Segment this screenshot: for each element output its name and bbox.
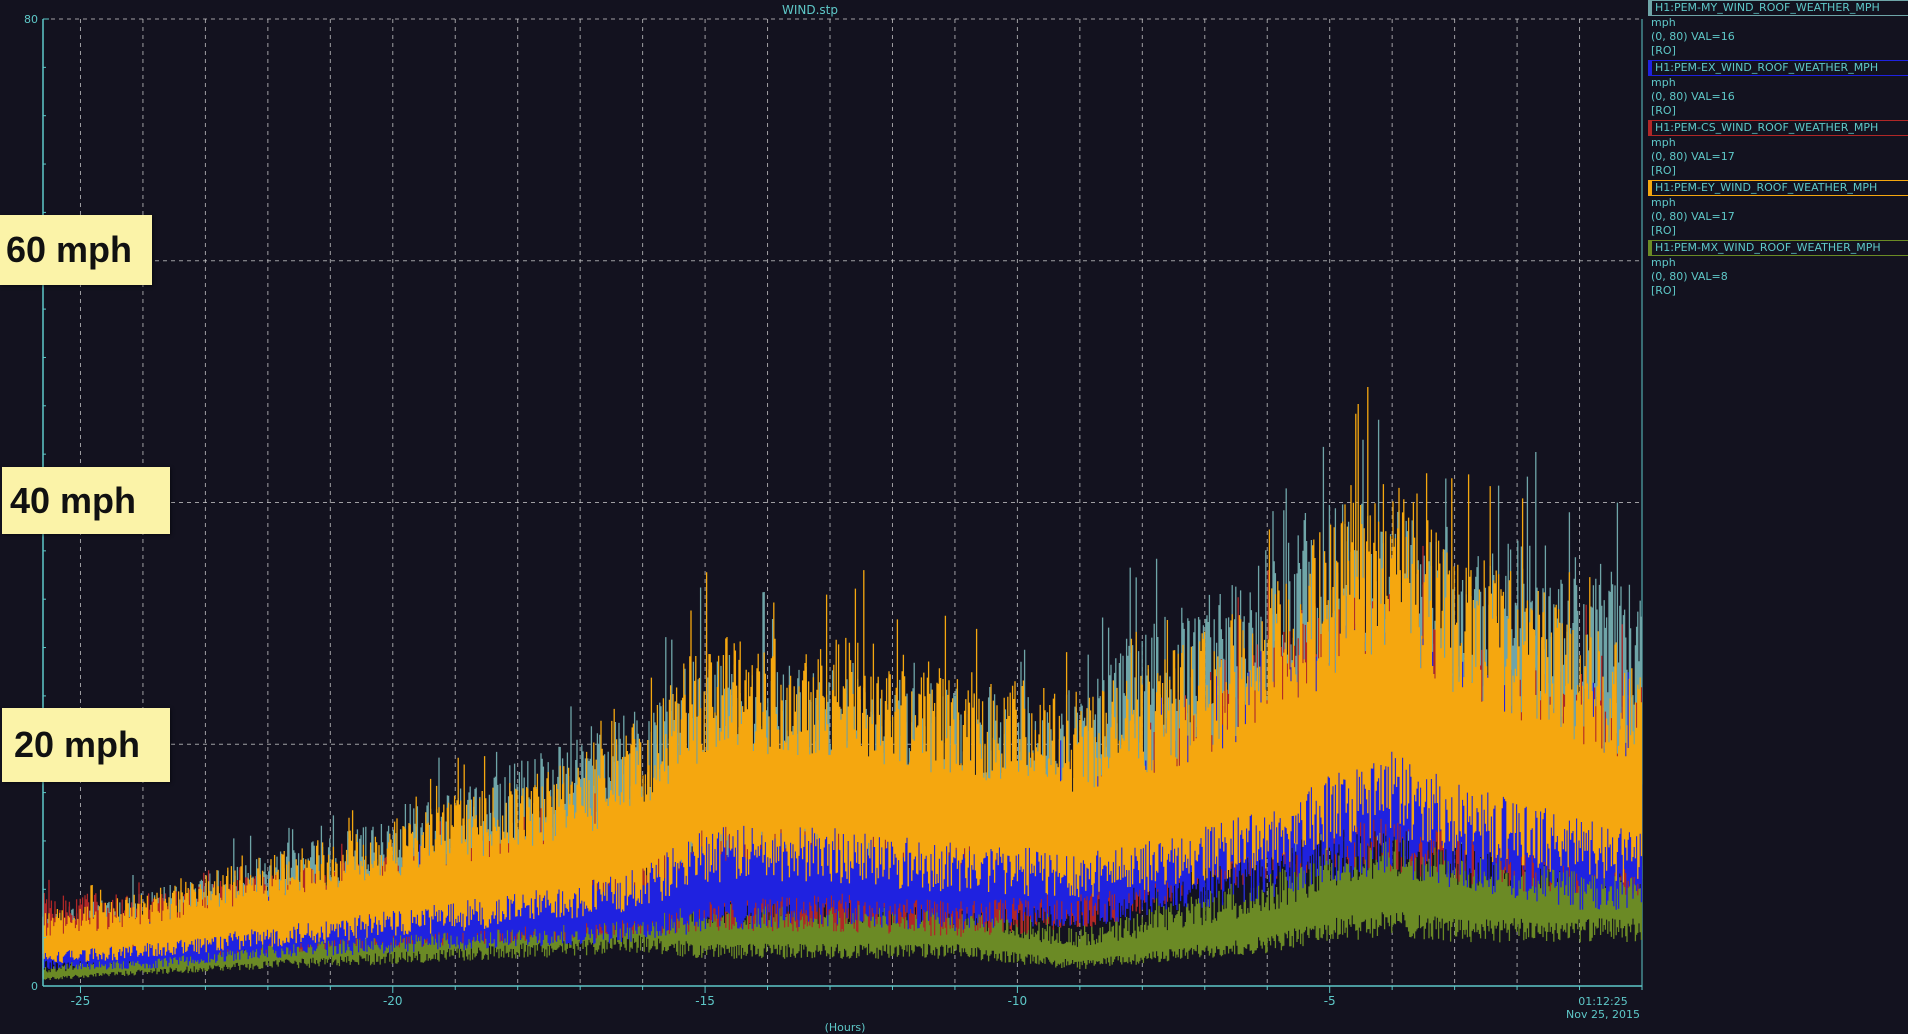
legend-range-value: (0, 80) VAL=17 bbox=[1651, 150, 1735, 163]
legend-item[interactable]: H1:PEM-CS_WIND_ROOF_WEATHER_MPH mph (0, … bbox=[1648, 120, 1908, 178]
legend-item[interactable]: H1:PEM-EX_WIND_ROOF_WEATHER_MPH mph (0, … bbox=[1648, 60, 1908, 118]
legend-mode: [RO] bbox=[1651, 164, 1676, 177]
wind-chart: WIND.stp 80 0 -25 -20 -15 -10 -5 01:12:25 No… bbox=[24, 3, 1643, 1034]
legend-item-header: H1:PEM-EY_WIND_ROOF_WEATHER_MPH bbox=[1648, 180, 1908, 196]
legend-mode: [RO] bbox=[1651, 284, 1676, 297]
legend-range-value: (0, 80) VAL=17 bbox=[1651, 210, 1735, 223]
legend-mode: [RO] bbox=[1651, 104, 1676, 117]
legend-item[interactable]: H1:PEM-EY_WIND_ROOF_WEATHER_MPH mph (0, … bbox=[1648, 180, 1908, 238]
x-tick-label: -20 bbox=[383, 994, 403, 1008]
x-tick-label: -10 bbox=[1008, 994, 1028, 1008]
legend-item[interactable]: H1:PEM-MY_WIND_ROOF_WEATHER_MPH mph (0, … bbox=[1648, 0, 1908, 58]
callout-20-mph: 20 mph bbox=[2, 708, 170, 782]
legend-mode: [RO] bbox=[1651, 44, 1676, 57]
legend-channel-name: H1:PEM-CS_WIND_ROOF_WEATHER_MPH bbox=[1655, 121, 1879, 134]
legend-unit: mph bbox=[1651, 76, 1676, 89]
legend: H1:PEM-MY_WIND_ROOF_WEATHER_MPH mph (0, … bbox=[1648, 0, 1908, 300]
series-color-swatch bbox=[1648, 1, 1652, 15]
legend-range-value: (0, 80) VAL=8 bbox=[1651, 270, 1728, 283]
x-tick-label: -5 bbox=[1324, 994, 1336, 1008]
legend-unit: mph bbox=[1651, 136, 1676, 149]
callout-60-mph: 60 mph bbox=[0, 215, 152, 285]
legend-channel-name: H1:PEM-EX_WIND_ROOF_WEATHER_MPH bbox=[1655, 61, 1879, 74]
legend-channel-name: H1:PEM-EY_WIND_ROOF_WEATHER_MPH bbox=[1655, 181, 1878, 194]
legend-unit: mph bbox=[1651, 256, 1676, 269]
callout-40-mph: 40 mph bbox=[2, 467, 170, 534]
end-date-label: Nov 25, 2015 bbox=[1566, 1008, 1640, 1021]
legend-range-value: (0, 80) VAL=16 bbox=[1651, 90, 1735, 103]
y-tick-label-min: 0 bbox=[31, 980, 38, 993]
chart-title: WIND.stp bbox=[782, 3, 838, 17]
legend-unit: mph bbox=[1651, 16, 1676, 29]
legend-channel-name: H1:PEM-MY_WIND_ROOF_WEATHER_MPH bbox=[1655, 1, 1880, 14]
end-time-label: 01:12:25 bbox=[1578, 995, 1627, 1008]
y-tick-label-max: 80 bbox=[24, 13, 38, 26]
legend-channel-name: H1:PEM-MX_WIND_ROOF_WEATHER_MPH bbox=[1655, 241, 1881, 254]
series-color-swatch bbox=[1648, 181, 1652, 195]
legend-item-header: H1:PEM-MX_WIND_ROOF_WEATHER_MPH bbox=[1648, 240, 1908, 256]
legend-item[interactable]: H1:PEM-MX_WIND_ROOF_WEATHER_MPH mph (0, … bbox=[1648, 240, 1908, 298]
legend-mode: [RO] bbox=[1651, 224, 1676, 237]
legend-item-header: H1:PEM-EX_WIND_ROOF_WEATHER_MPH bbox=[1648, 60, 1908, 76]
x-axis-label: (Hours) bbox=[825, 1021, 866, 1034]
legend-unit: mph bbox=[1651, 196, 1676, 209]
legend-item-header: H1:PEM-MY_WIND_ROOF_WEATHER_MPH bbox=[1648, 0, 1908, 16]
legend-range-value: (0, 80) VAL=16 bbox=[1651, 30, 1735, 43]
legend-item-header: H1:PEM-CS_WIND_ROOF_WEATHER_MPH bbox=[1648, 120, 1908, 136]
x-tick-label: -15 bbox=[695, 994, 715, 1008]
x-ticks: -25 -20 -15 -10 -5 bbox=[71, 986, 1643, 1008]
series-color-swatch bbox=[1648, 121, 1652, 135]
x-tick-label: -25 bbox=[71, 994, 91, 1008]
series-color-swatch bbox=[1648, 241, 1652, 255]
series-traces bbox=[42, 387, 1643, 980]
series-color-swatch bbox=[1648, 61, 1652, 75]
